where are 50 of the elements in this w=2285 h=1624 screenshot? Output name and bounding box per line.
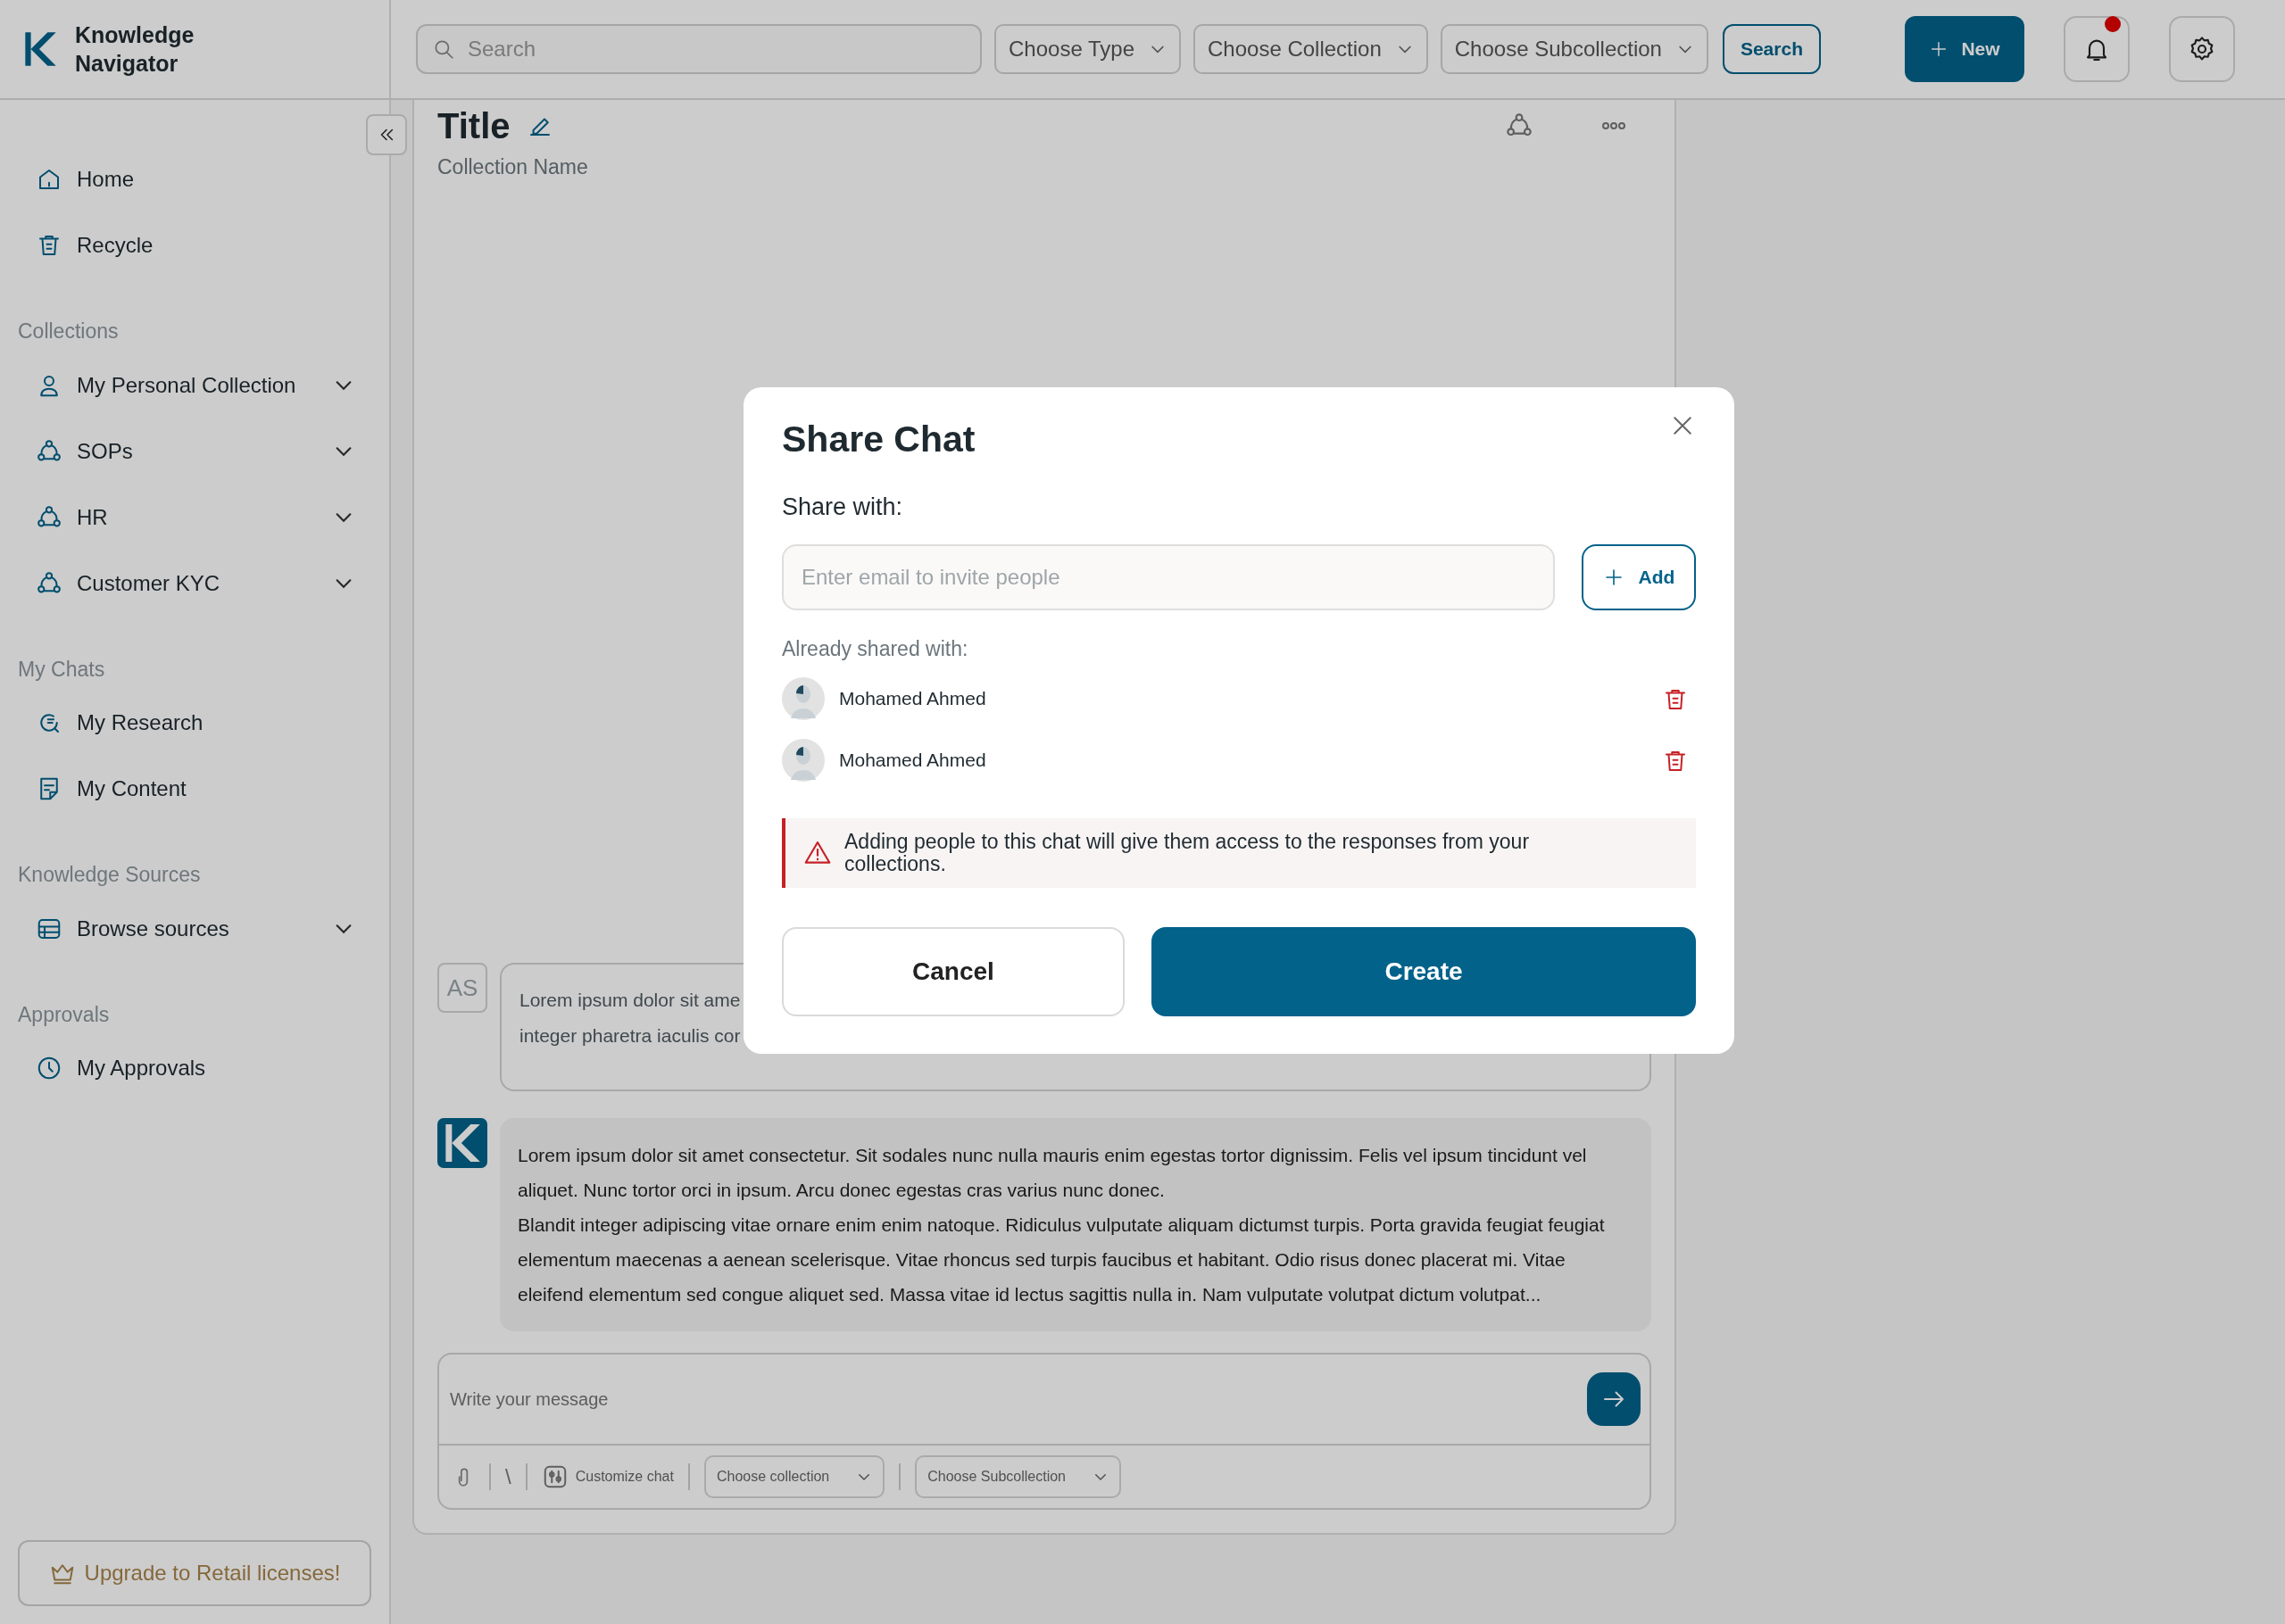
filter-dropdown[interactable]: Choose Subcollection [1440,24,1708,74]
collection-dropdown[interactable]: Choose collection [703,1455,885,1498]
assistant-logo-icon [437,1118,487,1168]
sidebar-item[interactable]: Customer KYC [18,550,371,617]
search-field[interactable]: Search [416,24,982,74]
sidebar-item[interactable]: Home [18,146,371,212]
avatar-icon [782,739,825,782]
sidebar-item[interactable]: Recycle [18,212,371,278]
section-heading: Knowledge Sources [18,862,202,888]
sidebar-item[interactable]: My Approvals [18,1035,371,1101]
clock-icon [36,1055,62,1081]
sidebar-item[interactable]: SOPs [18,418,371,485]
person-name: Mohamed Ahmed [839,687,986,711]
share-label: Share with: [782,492,904,522]
send-button[interactable] [1587,1372,1641,1426]
email-field[interactable]: Enter email to invite people [782,544,1555,610]
slash-button[interactable]: \ [505,1461,511,1493]
sidebar-item[interactable]: My Research [18,690,371,756]
user-avatar: AS [437,963,487,1013]
create-button[interactable]: Create [1151,926,1696,1016]
section-heading: Collections [18,319,120,344]
message-input[interactable]: Write your message [448,1385,1587,1413]
assistant-message: Lorem ipsum dolor sit amet consectetur. Sit sodales nunc nulla mauris enim egestas tortor dignissim. Felis vel ipsum tincidunt vel aliquet. Nunc tortor orci in ipsum. Arcu donec egestas cras varius nunc donec. Blandit integer adipiscing vitae ornare enim enim natoque. Ridiculus vulputate aliquam dictumst turpis. Porta gravida feugiat feugiat elementum maecenas a aenean scelerisque. Vitae rhoncus sed turpis faucibus et habitant. Odio risus donec placerat mi. Vitae eleifend elementum sed congue aliquet sed. Massa vitae id lectus sagittis nulla in. Nam vulputate volutpat dictum volutpat... [500,1118,1651,1331]
avatar-icon [782,677,825,720]
app-name: Knowledge Navigator [75,21,195,78]
search-button[interactable]: Search [1722,24,1821,74]
filter-dropdown[interactable]: Choose Type [994,24,1181,74]
sidebar-item[interactable]: HR [18,484,371,551]
add-button[interactable]: Add [1582,544,1696,610]
sidebar-item[interactable]: My Personal Collection [18,352,371,418]
section-heading: My Chats [18,656,106,683]
chat-title: Title [437,105,511,147]
customize-chat-button[interactable]: Customize chat [541,1463,674,1490]
dialog-title: Share Chat [782,418,976,461]
warning-text: Adding people to this chat will give them access to the responses from your collections. [844,830,1531,875]
sidebar-item[interactable]: Browse sources [18,895,371,962]
cancel-button[interactable]: Cancel [782,926,1125,1016]
search-icon [432,37,455,61]
filter-dropdown[interactable]: Choose Collection [1193,24,1428,74]
collection-dropdown[interactable]: Choose Subcollection [915,1455,1121,1498]
notification-button[interactable] [2064,16,2130,82]
settings-button[interactable] [2169,16,2235,82]
person-name: Mohamed Ahmed [839,749,986,773]
shared-label: Already shared with: [782,636,969,662]
sidebar-item[interactable]: My Content [18,756,371,822]
more-icon [1601,121,1626,130]
new-button[interactable]: New [1905,16,2024,82]
collapse-button[interactable] [366,114,407,155]
collection-name: Collection Name [437,154,589,180]
section-heading: Approvals [18,1001,111,1028]
